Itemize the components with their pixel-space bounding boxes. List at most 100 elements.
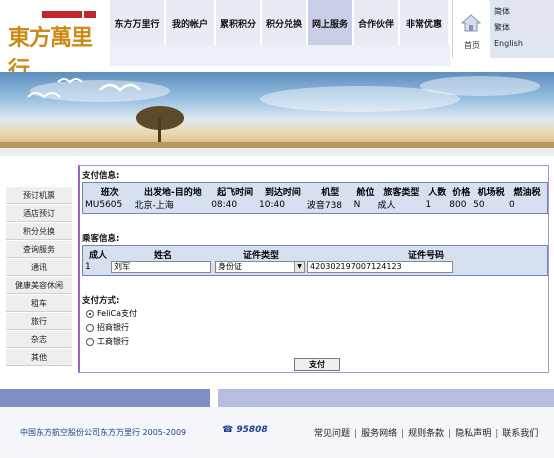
- sidebar-item-car-rental[interactable]: 租车: [6, 295, 72, 312]
- footer-link-contact[interactable]: 联系我们: [502, 429, 538, 439]
- home-link[interactable]: 首页: [452, 0, 490, 58]
- sidebar-menu: 预订机票 酒店预订 积分兑换 查询服务 通讯 健康美容休闲 租车 旅行 杂志 其…: [6, 187, 72, 367]
- id-type-value: 身份证: [218, 262, 242, 271]
- id-number-input[interactable]: 420302197007124123: [307, 261, 453, 273]
- language-switcher: 简体 繁体 English: [490, 0, 554, 58]
- copyright-text: 中国东方航空股份公司东方万里行 2005-2009: [20, 428, 187, 437]
- sidebar-item-book-flights[interactable]: 预订机票: [6, 187, 72, 204]
- flight-table-frame: 班次 出发地-目的地 起飞时间 到达时间 机型 舱位 旅客类型 人数 价格 机场…: [82, 182, 548, 214]
- sidebar-item-health-beauty[interactable]: 健康美容休闲: [6, 277, 72, 294]
- nav-item-partners[interactable]: 合作伙伴: [354, 0, 398, 45]
- header-arrival-time: 到达时间: [264, 188, 301, 198]
- cell-price: 800: [449, 199, 467, 210]
- table-row: MU5605 北京-上海 08:40 10:40 波音738 N 成人 1 80…: [85, 198, 545, 212]
- home-icon: [461, 14, 481, 32]
- header-name: 姓名: [153, 251, 172, 261]
- logo-red-tag-small: [84, 11, 96, 18]
- footer-link-service-network[interactable]: 服务网络: [361, 429, 397, 439]
- footer-bar-left: [0, 389, 210, 407]
- sidebar-item-hotel-booking[interactable]: 酒店预订: [6, 205, 72, 222]
- divider: |: [401, 429, 405, 439]
- seagull-icon: [27, 92, 61, 99]
- banner-underline: [0, 148, 554, 156]
- payment-option-icbc[interactable]: 工商银行: [86, 336, 129, 348]
- logo[interactable]: 東方萬里行: [0, 0, 110, 83]
- divider: |: [354, 429, 358, 439]
- payment-method-title: 支付方式:: [82, 296, 120, 306]
- logo-red-tag: [42, 11, 82, 18]
- nav-underline-strip: [110, 45, 450, 66]
- header-cabin: 舱位: [356, 188, 375, 198]
- cell-departure-time: 08:40: [211, 199, 238, 210]
- footer-bar-right: [218, 389, 554, 407]
- phone-icon: ☎: [222, 425, 234, 435]
- divider: |: [495, 429, 499, 439]
- radio-cmb[interactable]: [86, 323, 94, 332]
- cell-route: 北京-上海: [134, 201, 174, 211]
- seagull-icon: [99, 83, 141, 92]
- sidebar-item-travel[interactable]: 旅行: [6, 313, 72, 330]
- flight-table-header-row: 班次 出发地-目的地 起飞时间 到达时间 机型 舱位 旅客类型 人数 价格 机场…: [85, 185, 545, 198]
- cell-airport-tax: 50: [473, 199, 485, 210]
- radio-icbc[interactable]: [86, 337, 94, 346]
- header-fuel-tax: 燃油税: [513, 188, 541, 198]
- header-id-number: 证件号码: [407, 251, 444, 261]
- payment-option-label: 工商银行: [97, 337, 129, 346]
- nav-item-special-offers[interactable]: 非常优惠: [400, 0, 448, 45]
- cell-fuel-tax: 0: [509, 199, 515, 210]
- passenger-table-header-row: 成人 姓名 证件类型 证件号码: [85, 248, 545, 261]
- header-count: 人数: [428, 188, 447, 198]
- id-type-select[interactable]: 身份证 ▼: [215, 261, 305, 273]
- passenger-name-input[interactable]: 刘军: [111, 261, 211, 273]
- cell-arrival-time: 10:40: [259, 199, 285, 210]
- sidebar-item-query-service[interactable]: 查询服务: [6, 241, 72, 258]
- cell-passenger-index: 1: [85, 262, 91, 272]
- pay-button[interactable]: 支付: [294, 358, 340, 371]
- header-adult: 成人: [88, 251, 107, 261]
- tree-trunk: [158, 118, 161, 146]
- payment-option-felica[interactable]: FeliCa支付: [86, 308, 137, 320]
- footer-link-faq[interactable]: 常见问题: [314, 429, 350, 439]
- sidebar-item-communication[interactable]: 通讯: [6, 259, 72, 276]
- flight-table: 班次 出发地-目的地 起飞时间 到达时间 机型 舱位 旅客类型 人数 价格 机场…: [85, 185, 545, 211]
- nav-item-online-service[interactable]: 网上服务: [308, 0, 352, 45]
- cell-aircraft: 波音738: [306, 201, 343, 211]
- hotline: ☎ 95808: [222, 425, 268, 435]
- header-flight-no: 班次: [100, 188, 119, 198]
- sidebar-item-redeem-points[interactable]: 积分兑换: [6, 223, 72, 240]
- sidebar-item-other[interactable]: 其他: [6, 349, 72, 366]
- lang-english[interactable]: English: [494, 39, 523, 48]
- table-row: 1 刘军 身份证 ▼ 420302197007124123: [85, 261, 545, 273]
- nav-item-redeem-points[interactable]: 积分兑换: [262, 0, 306, 45]
- divider: |: [448, 429, 452, 439]
- sidebar-item-magazine[interactable]: 杂志: [6, 331, 72, 348]
- lang-traditional[interactable]: 繁体: [494, 22, 510, 33]
- banner-scene: [0, 78, 554, 148]
- lang-simplified[interactable]: 简体: [494, 6, 510, 17]
- payment-option-label: 招商银行: [97, 323, 129, 332]
- payment-panel: 支付信息: 班次 出发地-目的地 起飞时间 到达时间 机型 舱位 旅客类型 人数…: [78, 165, 549, 373]
- nav-item-eastern-miles[interactable]: 东方万里行: [110, 0, 164, 45]
- footer-links: 常见问题 | 服务网络 | 规则条款 | 隐私声明 | 联系我们: [314, 426, 538, 439]
- header-aircraft: 机型: [321, 188, 340, 198]
- nav-item-my-account[interactable]: 我的帐户: [166, 0, 214, 45]
- payment-info-title: 支付信息:: [82, 171, 120, 181]
- cell-cabin: N: [353, 199, 361, 210]
- payment-option-label: FeliCa支付: [97, 309, 138, 318]
- header-airport-tax: 机场税: [477, 188, 505, 198]
- cell-count: 1: [425, 199, 432, 210]
- seagull-icon: [57, 78, 83, 84]
- banner-image: [0, 72, 554, 148]
- footer-link-privacy[interactable]: 隐私声明: [455, 429, 491, 439]
- radio-felica[interactable]: [86, 309, 94, 318]
- header-departure-time: 起飞时间: [217, 188, 254, 198]
- home-label: 首页: [464, 41, 480, 50]
- hotline-number: 95808: [236, 425, 268, 435]
- cell-flight-no: MU5605: [85, 199, 123, 210]
- footer-link-terms[interactable]: 规则条款: [408, 429, 444, 439]
- passenger-info-title: 乘客信息:: [82, 234, 120, 244]
- payment-option-cmb[interactable]: 招商银行: [86, 322, 129, 334]
- chevron-down-icon: ▼: [294, 262, 304, 272]
- header-id-type: 证件类型: [242, 251, 279, 261]
- nav-item-accumulate-points[interactable]: 累积积分: [216, 0, 260, 45]
